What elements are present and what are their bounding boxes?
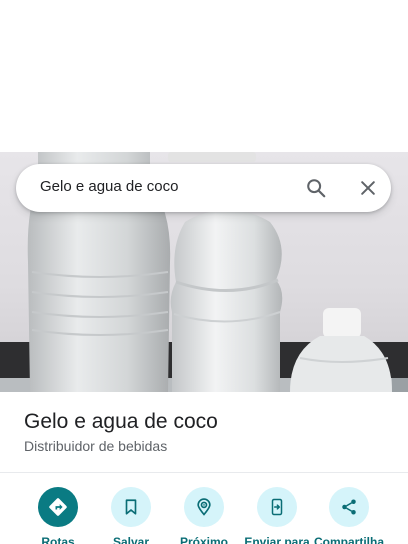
share-label: Compartilha: [313, 535, 384, 544]
bookmark-icon: [111, 487, 151, 527]
nearby-button[interactable]: Próximo: [164, 487, 244, 544]
save-button[interactable]: Salvar: [91, 487, 171, 544]
directions-button[interactable]: Rotas: [18, 487, 98, 544]
send-to-phone-label: Enviar para: [244, 535, 310, 544]
nearby-icon: [184, 487, 224, 527]
share-icon: [329, 487, 369, 527]
search-query-text[interactable]: Gelo e agua de coco: [40, 178, 178, 195]
search-bar[interactable]: Gelo e agua de coco: [16, 164, 391, 212]
send-to-phone-button[interactable]: Enviar para: [237, 487, 317, 544]
nearby-label: Próximo: [179, 535, 228, 544]
map-top-area: [0, 0, 408, 152]
directions-label: Rotas: [41, 535, 75, 544]
place-category: Distribuidor de bebidas: [24, 438, 168, 454]
share-button[interactable]: Compartilha: [309, 487, 389, 544]
directions-icon: [38, 487, 78, 527]
send-to-phone-icon: [257, 487, 297, 527]
search-icon[interactable]: [302, 174, 330, 202]
action-bar: Rotas Salvar Próximo Enviar para Compart…: [0, 473, 408, 544]
save-label: Salvar: [112, 535, 150, 544]
place-title: Gelo e agua de coco: [24, 410, 218, 433]
place-info: Gelo e agua de coco Distribuidor de bebi…: [0, 392, 408, 472]
close-icon[interactable]: [354, 174, 382, 202]
